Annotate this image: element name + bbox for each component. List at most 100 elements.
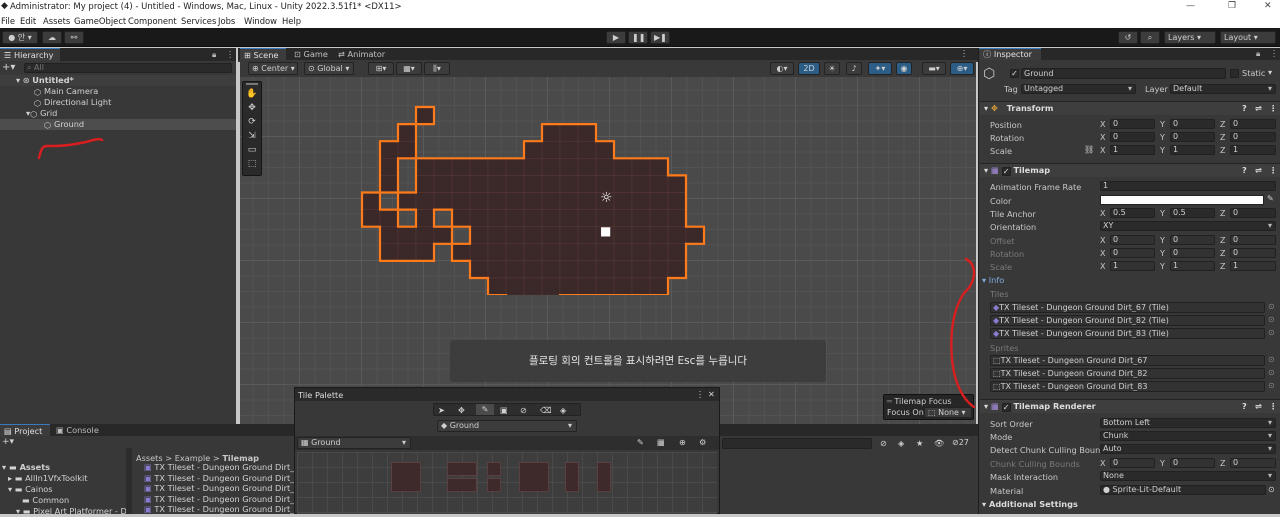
tree-scrollbar[interactable] [126, 448, 132, 514]
tile-cell[interactable] [631, 277, 651, 295]
tile-cell[interactable] [415, 192, 435, 210]
tile-cell[interactable] [595, 158, 615, 176]
animation-frame-rate-field[interactable]: 1 [1100, 181, 1276, 191]
scale-y-field[interactable]: 1 [1170, 145, 1215, 155]
help-icon[interactable]: ? [1242, 400, 1247, 413]
hierarchy-item-directional-light[interactable]: ⬡ Directional Light [34, 97, 111, 108]
tree-item-cainos[interactable]: ▾ ▬ Cainos [8, 484, 53, 495]
menu-file[interactable]: File [1, 16, 15, 26]
tile-cell[interactable] [361, 209, 381, 227]
hierarchy-search-input[interactable]: ⌕ All [24, 63, 232, 73]
tile-cell[interactable] [451, 243, 471, 262]
tile-cell[interactable] [595, 140, 615, 159]
palette-tile[interactable] [391, 462, 421, 492]
picker-tool-icon[interactable]: ⊘ [520, 405, 527, 415]
tile-cell[interactable] [397, 243, 417, 262]
tile-cell[interactable] [397, 140, 417, 159]
tile-cell[interactable] [505, 277, 525, 295]
tile-cell[interactable] [415, 209, 435, 227]
position-z-field[interactable]: 0 [1230, 119, 1276, 129]
increment-snap-icon[interactable]: ⫼▾ [424, 62, 450, 75]
tile-cell[interactable] [433, 158, 453, 176]
tile-cell[interactable] [541, 226, 561, 245]
lighting-icon[interactable]: ☀ [824, 62, 840, 75]
tile-cell[interactable] [415, 175, 435, 193]
info-foldout[interactable]: ▾ Info [982, 275, 1004, 285]
tile-cell[interactable] [613, 192, 633, 210]
tile-cell[interactable] [559, 209, 579, 227]
tab-console[interactable]: ▣ Console [52, 424, 104, 436]
scale-z-field[interactable]: 1 [1230, 145, 1276, 155]
tile-cell[interactable] [577, 243, 597, 262]
select-tool-icon[interactable]: ➤ [438, 405, 445, 415]
tilemap-renderer-header[interactable]: ▾ ▦ ✓ Tilemap Renderer ? ⇌ ⋮ [980, 399, 1280, 413]
draw-mode-icon[interactable]: ◐▾ [770, 62, 794, 75]
tile-cell[interactable] [541, 123, 561, 142]
tile-cell[interactable] [451, 192, 471, 210]
preset-icon[interactable]: ⇌ [1255, 102, 1262, 115]
active-checkbox[interactable]: ✓ [1010, 69, 1019, 78]
palette-tile[interactable] [597, 462, 611, 492]
filter-label-icon[interactable]: ◈ [898, 438, 904, 448]
hierarchy-item-ground[interactable]: ⬡ Ground [0, 119, 236, 130]
help-icon[interactable]: ? [1242, 164, 1247, 177]
tile-cell[interactable] [559, 192, 579, 210]
more-icon[interactable]: ⋮ [226, 49, 234, 59]
tile-cell[interactable] [559, 140, 579, 159]
constrain-proportions-icon[interactable]: ⛓ [1084, 145, 1094, 154]
anchor-z-field[interactable]: 0 [1230, 208, 1276, 218]
lock-icon[interactable]: 🔒︎ [1256, 48, 1260, 59]
box-fill-tool-icon[interactable]: ▣ [500, 405, 508, 415]
tile-cell[interactable] [559, 123, 579, 142]
tree-item-pixel-art[interactable]: ▾ ▬ Pixel Art Platformer - Du [16, 506, 132, 517]
move-tool-icon[interactable]: ✥ [458, 405, 465, 415]
tile-cell[interactable] [487, 175, 507, 193]
minimize-icon[interactable]: — [1186, 1, 1195, 11]
brush-tool-icon[interactable]: ✎ [476, 404, 494, 415]
scale-tool-icon[interactable]: ⇲ [245, 131, 259, 142]
favorite-icon[interactable]: ★ [916, 438, 923, 448]
tile-cell[interactable] [577, 175, 597, 193]
tile-cell[interactable] [433, 226, 453, 245]
tile-cell[interactable] [523, 175, 543, 193]
menu-assets[interactable]: Assets [43, 16, 70, 26]
tile-cell[interactable] [649, 260, 669, 279]
renderer-enabled-checkbox[interactable]: ✓ [1001, 403, 1011, 412]
filter-type-icon[interactable]: ⊘ [880, 438, 887, 448]
tile-cell[interactable] [559, 260, 579, 279]
tile-cell[interactable] [613, 175, 633, 193]
mask-interaction-dropdown[interactable]: None [1100, 471, 1276, 481]
material-field[interactable]: ● Sprite-Lit-Default [1100, 485, 1266, 495]
tile-cell[interactable] [649, 175, 669, 193]
tile-cell[interactable] [613, 277, 633, 295]
camera-icon[interactable]: ▬▾ [922, 62, 946, 75]
play-button[interactable]: ▶ [606, 31, 626, 44]
tile-cell[interactable] [649, 243, 669, 262]
help-icon[interactable]: ? [1242, 102, 1247, 115]
gizmos-icon[interactable]: ⊕▾ [950, 62, 974, 75]
tile-cell[interactable] [523, 158, 543, 176]
palette-dropdown[interactable]: ▦ Ground ▾ [297, 437, 411, 449]
tile-cell[interactable] [487, 277, 507, 295]
account-button[interactable]: ● 안 ▾ [2, 31, 38, 44]
add-icon[interactable]: +▾ [2, 62, 15, 73]
gizmos-icon[interactable]: ⊕ [679, 437, 686, 447]
tile-cell[interactable] [649, 209, 669, 227]
project-search-input[interactable] [722, 438, 872, 449]
palette-tile[interactable] [487, 462, 501, 476]
tile-cell[interactable] [469, 192, 489, 210]
tile-cell[interactable] [541, 158, 561, 176]
tilemap-ground[interactable] [360, 105, 720, 295]
tilemap-enabled-checkbox[interactable]: ✓ [1001, 167, 1011, 176]
tile-cell[interactable] [631, 192, 651, 210]
orientation-dropdown[interactable]: XY [1100, 221, 1276, 231]
history-icon[interactable]: ↺ [1118, 31, 1138, 44]
tile-cell[interactable] [595, 260, 615, 279]
tile-cell[interactable] [469, 209, 489, 227]
menu-services[interactable]: Services [181, 16, 216, 26]
scene-row[interactable]: ▾ ⊛ Untitled* [0, 75, 236, 86]
tile-cell[interactable] [577, 123, 597, 142]
tile-cell[interactable] [613, 260, 633, 279]
tile-cell[interactable] [559, 158, 579, 176]
anchor-y-field[interactable]: 0.5 [1170, 208, 1215, 218]
